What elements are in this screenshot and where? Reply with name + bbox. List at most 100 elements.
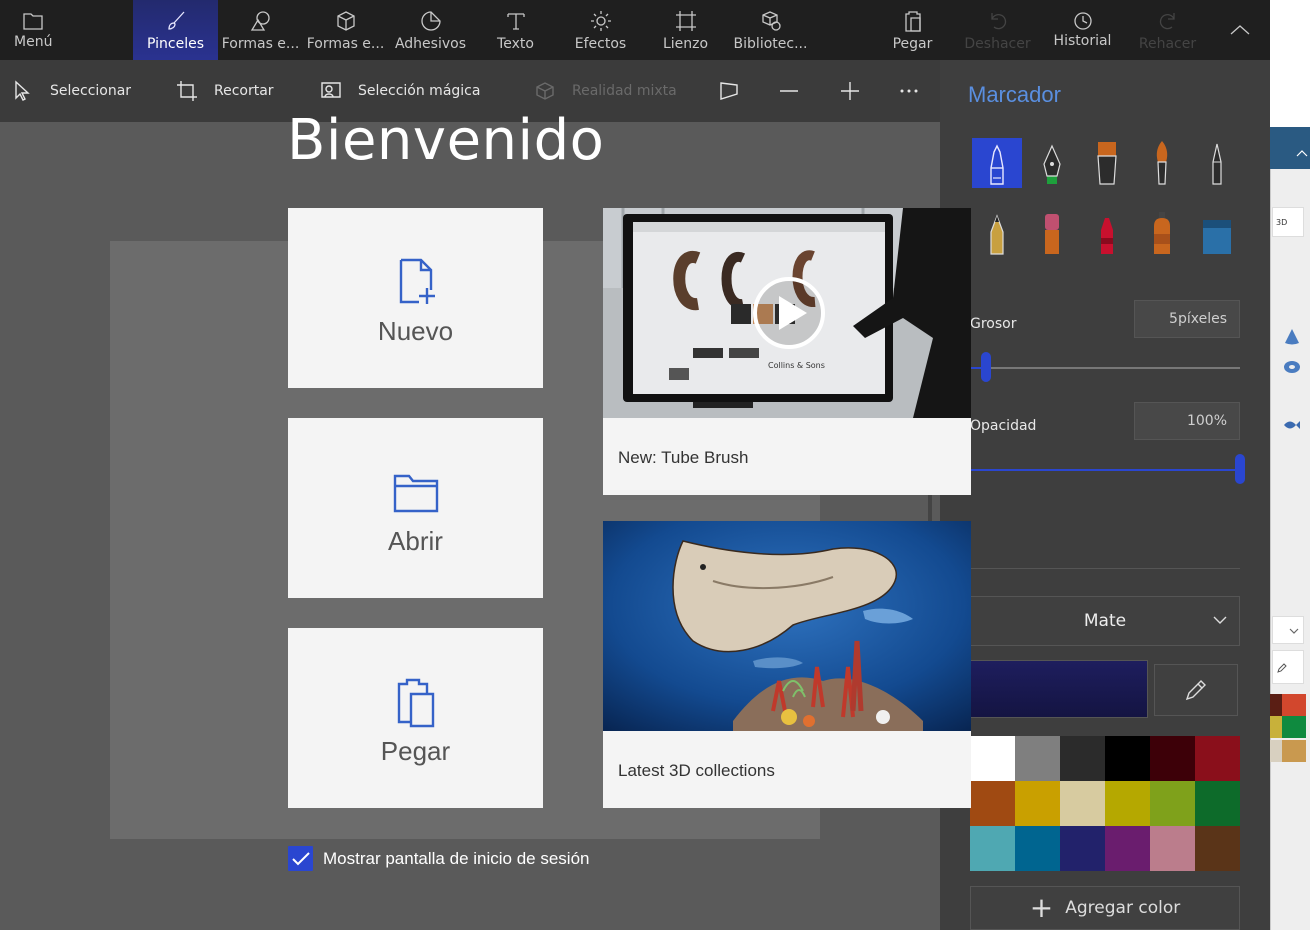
donut-icon xyxy=(1284,361,1300,373)
open-project-tile[interactable]: Abrir xyxy=(288,418,543,598)
opacity-label: Opacidad xyxy=(970,418,1037,434)
cursor-icon xyxy=(15,80,30,101)
show-start-screen-checkbox[interactable]: Mostrar pantalla de inicio de sesión xyxy=(288,846,589,871)
tab-stickers[interactable]: Adhesivos xyxy=(388,0,473,60)
thickness-slider-thumb[interactable] xyxy=(981,352,992,382)
new-project-tile[interactable]: Nuevo xyxy=(288,208,543,388)
undo-button[interactable]: Deshacer xyxy=(955,0,1040,60)
tab-text[interactable]: Texto xyxy=(473,0,558,60)
pixel-pen-icon xyxy=(1212,143,1222,185)
brush-side-panel: Marcador Grosor 5píxeles Opacidad 100% M… xyxy=(940,60,1270,930)
tab-effects[interactable]: Efectos xyxy=(558,0,643,60)
paste-project-tile[interactable]: Pegar xyxy=(288,628,543,808)
tab-stickers-label: Adhesivos xyxy=(394,36,467,52)
color-swatch[interactable] xyxy=(1195,826,1240,871)
eyedropper-icon xyxy=(1185,680,1206,701)
color-swatch[interactable] xyxy=(1195,736,1240,781)
zoom-in-button[interactable] xyxy=(839,60,877,122)
minus-icon xyxy=(780,90,798,92)
calligraphy-pen-icon xyxy=(1043,144,1061,184)
paste-clipboard-icon xyxy=(397,678,434,728)
spray-can-icon xyxy=(1154,212,1170,254)
pencil-button[interactable] xyxy=(972,208,1022,258)
more-options-button[interactable] xyxy=(898,60,936,122)
tab-2d-shapes-label: Formas e... xyxy=(221,36,300,52)
tab-brushes[interactable]: Pinceles xyxy=(133,0,218,60)
color-swatch[interactable] xyxy=(1105,736,1150,781)
color-swatch[interactable] xyxy=(1060,781,1105,826)
undo-icon xyxy=(991,13,1007,30)
spray-can-button[interactable] xyxy=(1137,208,1187,258)
calligraphy-pen-button[interactable] xyxy=(1027,138,1077,188)
color-swatch[interactable] xyxy=(1195,781,1240,826)
redo-button[interactable]: Rehacer xyxy=(1125,0,1210,60)
background-3d-label: 3D xyxy=(1272,207,1304,237)
eraser-button[interactable] xyxy=(1027,208,1077,258)
redo-label: Rehacer xyxy=(1138,36,1197,52)
checkbox-checked[interactable] xyxy=(288,846,313,871)
chevron-up-icon xyxy=(1230,25,1250,35)
menu-button[interactable]: Menú xyxy=(0,0,66,60)
text-icon xyxy=(507,13,525,30)
pixel-pen-button[interactable] xyxy=(1192,138,1242,188)
color-swatch[interactable] xyxy=(1060,826,1105,871)
color-palette xyxy=(970,736,1240,871)
color-swatch[interactable] xyxy=(1015,781,1060,826)
chevron-down-icon xyxy=(1289,628,1299,634)
oil-brush-icon xyxy=(1097,142,1117,185)
thickness-input[interactable]: 5píxeles xyxy=(1134,300,1240,338)
collapse-ribbon-button[interactable] xyxy=(1214,0,1266,60)
magic-select-label: Selección mágica xyxy=(358,83,481,99)
add-color-label: Agregar color xyxy=(1065,898,1181,918)
oil-brush-button[interactable] xyxy=(1082,138,1132,188)
color-swatch[interactable] xyxy=(1105,826,1150,871)
finish-dropdown-value: Mate xyxy=(1083,611,1127,631)
color-swatch[interactable] xyxy=(970,826,1015,871)
color-swatch[interactable] xyxy=(1150,736,1195,781)
color-swatch[interactable] xyxy=(1060,736,1105,781)
thickness-slider-track[interactable] xyxy=(970,367,1240,369)
color-swatch[interactable] xyxy=(1150,826,1195,871)
fill-bucket-button[interactable] xyxy=(1192,208,1242,258)
cube-icon xyxy=(337,11,355,31)
clipboard-icon xyxy=(905,11,921,32)
tab-3d-library[interactable]: Bibliotec... xyxy=(728,0,813,60)
paste-button[interactable]: Pegar xyxy=(870,0,955,60)
opacity-slider-fill xyxy=(970,469,1240,471)
color-swatch[interactable] xyxy=(970,736,1015,781)
tab-canvas[interactable]: Lienzo xyxy=(643,0,728,60)
color-swatch[interactable] xyxy=(1105,781,1150,826)
tab-2d-shapes[interactable]: Formas e... xyxy=(218,0,303,60)
color-swatch[interactable] xyxy=(1150,781,1195,826)
tube-brush-thumbnail: Collins & Sons xyxy=(603,208,971,418)
marker-brush-button[interactable] xyxy=(972,138,1022,188)
color-swatch[interactable] xyxy=(1015,826,1060,871)
history-button[interactable]: Historial xyxy=(1040,0,1125,60)
background-color-swatch xyxy=(1282,694,1306,716)
color-swatch[interactable] xyxy=(970,781,1015,826)
current-color-swatch[interactable] xyxy=(970,660,1148,718)
eyedropper-button[interactable] xyxy=(1154,664,1238,716)
finish-dropdown[interactable]: Mate xyxy=(970,596,1240,646)
tube-brush-video-card[interactable]: Collins & Sons New: Tube Brush xyxy=(603,208,971,495)
select-button[interactable]: Seleccionar xyxy=(12,60,131,122)
color-swatch[interactable] xyxy=(1015,736,1060,781)
chevron-down-icon xyxy=(1213,616,1227,624)
flag-button[interactable] xyxy=(718,60,756,122)
3d-collections-card[interactable]: Latest 3D collections xyxy=(603,521,971,808)
zoom-out-button[interactable] xyxy=(778,60,816,122)
tab-3d-shapes[interactable]: Formas e... xyxy=(303,0,388,60)
watercolor-brush-button[interactable] xyxy=(1137,138,1187,188)
open-folder-icon xyxy=(393,474,438,513)
3d-collections-card-label: Latest 3D collections xyxy=(618,761,775,780)
eyedropper-icon xyxy=(1277,663,1287,673)
crayon-button[interactable] xyxy=(1082,208,1132,258)
crop-button[interactable]: Recortar xyxy=(176,60,274,122)
tube-brush-card-label: New: Tube Brush xyxy=(618,448,749,467)
tab-brushes-label: Pinceles xyxy=(146,36,204,52)
cone-icon xyxy=(1285,329,1299,345)
add-color-button[interactable]: + Agregar color xyxy=(970,886,1240,930)
opacity-input[interactable]: 100% xyxy=(1134,402,1240,440)
opacity-slider-thumb[interactable] xyxy=(1235,454,1245,484)
undo-label: Deshacer xyxy=(964,36,1031,52)
